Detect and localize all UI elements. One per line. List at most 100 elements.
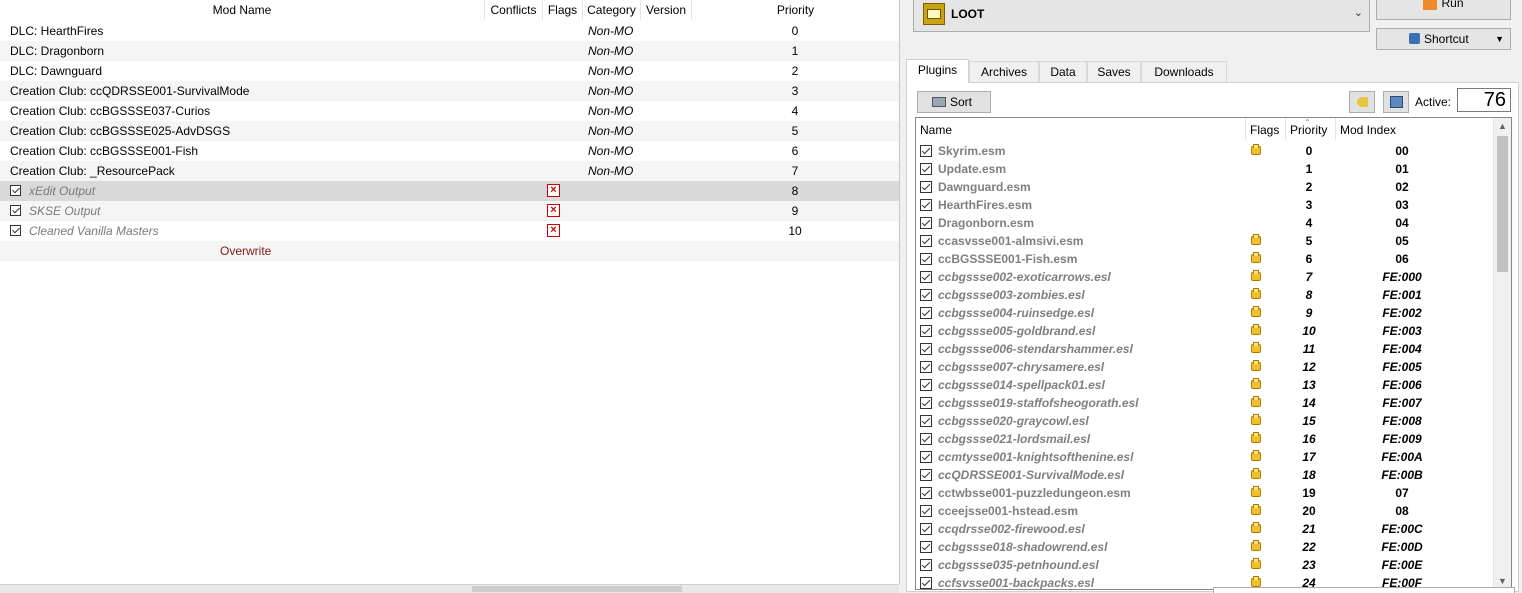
plugin-enabled-checkbox[interactable] — [920, 163, 932, 175]
mod-row[interactable]: Creation Club: ccBGSSSE025-AdvDSGS Non-MO… — [0, 121, 899, 141]
plugin-enabled-checkbox[interactable] — [920, 181, 932, 193]
column-header-mod-index[interactable]: Mod Index — [1336, 118, 1495, 140]
plugin-enabled-checkbox[interactable] — [920, 343, 932, 355]
plugin-row[interactable]: Dragonborn.esm 4 04 — [916, 214, 1495, 232]
run-button[interactable]: Run — [1376, 0, 1511, 20]
loot-icon — [923, 3, 945, 25]
plugin-mod-index: 08 — [1395, 504, 1409, 518]
column-header-priority[interactable]: Priority — [1286, 118, 1336, 140]
plugin-enabled-checkbox[interactable] — [920, 145, 932, 157]
plugin-row[interactable]: ccasvsse001-almsivi.esm 5 05 — [916, 232, 1495, 250]
plugin-enabled-checkbox[interactable] — [920, 379, 932, 391]
mod-priority: 4 — [791, 104, 799, 118]
restore-backup-button[interactable] — [1349, 91, 1375, 113]
tab-downloads[interactable]: Downloads — [1141, 61, 1227, 82]
plugin-row[interactable]: ccbgssse004-ruinsedge.esl 9 FE:002 — [916, 304, 1495, 322]
plugin-row[interactable]: cctwbsse001-puzzledungeon.esm 19 07 — [916, 484, 1495, 502]
mod-enabled-checkbox[interactable] — [10, 205, 21, 216]
plugin-enabled-checkbox[interactable] — [920, 469, 932, 481]
plugin-mod-index: 07 — [1395, 486, 1409, 500]
column-header-conflicts[interactable]: Conflicts — [485, 0, 543, 20]
mod-enabled-checkbox[interactable] — [10, 225, 21, 236]
plugin-row[interactable]: ccbgssse018-shadowrend.esl 22 FE:00D — [916, 538, 1495, 556]
mod-row[interactable]: SKSE Output × 9 — [0, 201, 899, 221]
plugin-enabled-checkbox[interactable] — [920, 487, 932, 499]
scrollbar-thumb[interactable] — [472, 586, 682, 592]
plugin-row[interactable]: ccbgssse020-graycowl.esl 15 FE:008 — [916, 412, 1495, 430]
save-backup-button[interactable] — [1383, 91, 1409, 113]
mod-row[interactable]: Creation Club: ccBGSSSE001-Fish Non-MO 6 — [0, 141, 899, 161]
mod-row[interactable]: DLC: HearthFires Non-MO 0 — [0, 21, 899, 41]
plugin-list-vertical-scrollbar[interactable]: ▲ ▼ — [1493, 118, 1511, 589]
plugin-row[interactable]: cceejsse001-hstead.esm 20 08 — [916, 502, 1495, 520]
plugin-name: cctwbsse001-puzzledungeon.esm — [938, 486, 1131, 500]
tab-plugins[interactable]: Plugins — [906, 59, 969, 83]
plugin-enabled-checkbox[interactable] — [920, 235, 932, 247]
tab-archives[interactable]: Archives — [969, 61, 1039, 82]
plugin-enabled-checkbox[interactable] — [920, 505, 932, 517]
plugin-row[interactable]: ccbgssse006-stendarshammer.esl 11 FE:004 — [916, 340, 1495, 358]
plugin-row[interactable]: ccbgssse019-staffofsheogorath.esl 14 FE:00… — [916, 394, 1495, 412]
plugin-enabled-checkbox[interactable] — [920, 559, 932, 571]
column-header-version[interactable]: Version — [641, 0, 692, 20]
mod-row[interactable]: DLC: Dragonborn Non-MO 1 — [0, 41, 899, 61]
plugin-enabled-checkbox[interactable] — [920, 253, 932, 265]
plugin-row[interactable]: ccQDRSSE001-SurvivalMode.esl 18 FE:00B — [916, 466, 1495, 484]
plugin-row[interactable]: ccmtysse001-knightsofthenine.esl 17 FE:00A — [916, 448, 1495, 466]
plugin-row[interactable]: ccbgssse021-lordsmail.esl 16 FE:009 — [916, 430, 1495, 448]
scroll-up-icon[interactable]: ▲ — [1494, 118, 1511, 134]
plugin-row[interactable]: ccbgssse003-zombies.esl 8 FE:001 — [916, 286, 1495, 304]
plugin-name: ccbgssse018-shadowrend.esl — [938, 540, 1108, 554]
plugin-enabled-checkbox[interactable] — [920, 361, 932, 373]
mod-row[interactable]: Creation Club: ccQDRSSE001-SurvivalMode N… — [0, 81, 899, 101]
column-header-name[interactable]: Name — [916, 118, 1246, 140]
plugin-row[interactable]: Skyrim.esm 0 00 — [916, 142, 1495, 160]
plugin-enabled-checkbox[interactable] — [920, 307, 932, 319]
mod-list-panel: Mod Name Conflicts Flags Category Versio… — [0, 0, 900, 593]
plugin-priority: 21 — [1302, 522, 1316, 536]
filter-input[interactable] — [1213, 587, 1515, 593]
plugin-enabled-checkbox[interactable] — [920, 199, 932, 211]
plugin-enabled-checkbox[interactable] — [920, 523, 932, 535]
tab-saves[interactable]: Saves — [1087, 61, 1141, 82]
mod-row[interactable]: Creation Club: ccBGSSSE037-Curios Non-MO 4 — [0, 101, 899, 121]
column-header-category[interactable]: Category — [583, 0, 641, 20]
plugin-row[interactable]: HearthFires.esm 3 03 — [916, 196, 1495, 214]
plugin-row[interactable]: ccbgssse005-goldbrand.esl 10 FE:003 — [916, 322, 1495, 340]
plugin-row[interactable]: Update.esm 1 01 — [916, 160, 1495, 178]
mod-row[interactable]: DLC: Dawnguard Non-MO 2 — [0, 61, 899, 81]
plugin-row[interactable]: ccbgssse002-exoticarrows.esl 7 FE:000 — [916, 268, 1495, 286]
column-header-mod-name[interactable]: Mod Name — [0, 0, 485, 20]
mod-row[interactable]: Cleaned Vanilla Masters × 10 — [0, 221, 899, 241]
mod-row[interactable]: Creation Club: _ResourcePack Non-MO 7 — [0, 161, 899, 181]
column-header-flags[interactable]: Flags — [1246, 118, 1286, 140]
plugin-row[interactable]: ccbgssse014-spellpack01.esl 13 FE:006 — [916, 376, 1495, 394]
plugin-row[interactable]: Dawnguard.esm 2 02 — [916, 178, 1495, 196]
plugin-enabled-checkbox[interactable] — [920, 433, 932, 445]
plugin-row[interactable]: ccBGSSSE001-Fish.esm 6 06 — [916, 250, 1495, 268]
plugin-row[interactable]: ccbgssse007-chrysamere.esl 12 FE:005 — [916, 358, 1495, 376]
column-header-flags[interactable]: Flags — [543, 0, 583, 20]
plugin-enabled-checkbox[interactable] — [920, 415, 932, 427]
column-header-priority[interactable]: Priority — [692, 0, 899, 20]
plugin-row[interactable]: ccqdrsse002-firewood.esl 21 FE:00C — [916, 520, 1495, 538]
tab-data[interactable]: Data — [1039, 61, 1087, 82]
sort-button[interactable]: Sort — [917, 91, 991, 113]
executable-select[interactable]: LOOT ⌄ — [913, 0, 1370, 32]
plugin-enabled-checkbox[interactable] — [920, 289, 932, 301]
mod-row[interactable]: xEdit Output × 8 — [0, 181, 899, 201]
plugin-enabled-checkbox[interactable] — [920, 541, 932, 553]
plugin-enabled-checkbox[interactable] — [920, 325, 932, 337]
plugin-enabled-checkbox[interactable] — [920, 577, 932, 589]
dropdown-arrow-icon[interactable]: ▼ — [1495, 29, 1504, 49]
overwrite-row[interactable]: Overwrite — [0, 241, 899, 261]
plugin-enabled-checkbox[interactable] — [920, 217, 932, 229]
plugin-enabled-checkbox[interactable] — [920, 397, 932, 409]
plugin-enabled-checkbox[interactable] — [920, 451, 932, 463]
mod-enabled-checkbox[interactable] — [10, 185, 21, 196]
plugin-priority: 10 — [1302, 324, 1316, 338]
shortcut-button[interactable]: Shortcut ▼ — [1376, 28, 1511, 50]
scrollbar-thumb[interactable] — [1497, 136, 1508, 272]
plugin-enabled-checkbox[interactable] — [920, 271, 932, 283]
plugin-row[interactable]: ccbgssse035-petnhound.esl 23 FE:00E — [916, 556, 1495, 574]
